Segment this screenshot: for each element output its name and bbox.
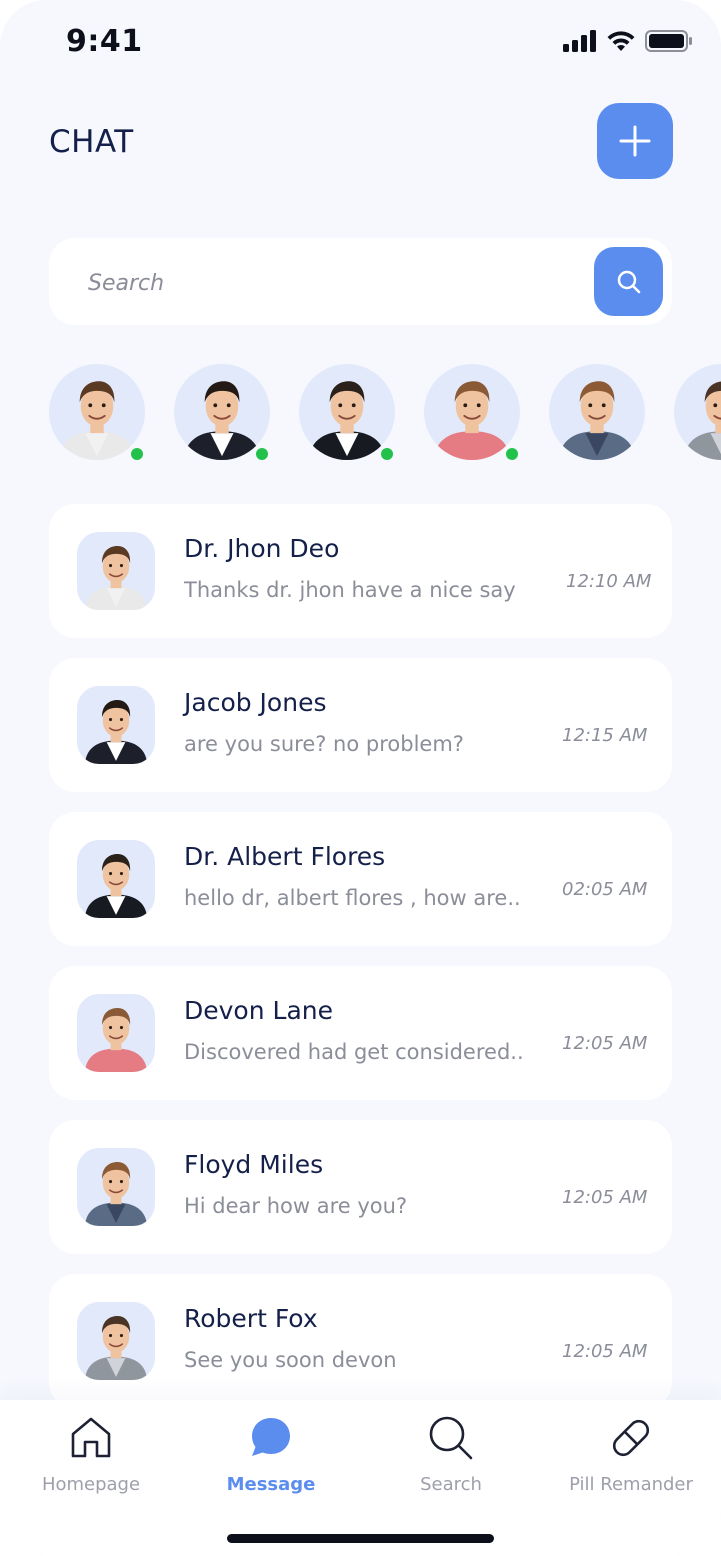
chat-timestamp: 12:05 AM [562, 1187, 648, 1208]
avatar [77, 1148, 155, 1226]
story-avatar[interactable] [49, 364, 145, 462]
story-avatar[interactable] [424, 364, 520, 462]
avatar [77, 840, 155, 918]
search-input[interactable] [86, 262, 570, 304]
chat-last-message: hello dr, albert flores , how are.. [184, 886, 521, 910]
online-status-dot [379, 446, 395, 462]
nav-label-pill-reminder: Pill Remander [569, 1474, 693, 1495]
avatar [77, 532, 155, 610]
story-avatar[interactable] [174, 364, 270, 462]
chat-list-item[interactable]: Floyd Miles Hi dear how are you? 12:05 A… [49, 1120, 672, 1254]
page-title: CHAT [49, 124, 134, 160]
chat-last-message: Thanks dr. jhon have a nice say [184, 578, 516, 602]
status-time: 9:41 [66, 24, 143, 59]
online-contacts-row [49, 364, 721, 464]
chat-list-item[interactable]: Dr. Jhon Deo Thanks dr. jhon have a nice… [49, 504, 672, 638]
chat-timestamp: 12:10 AM [566, 571, 652, 592]
phone-screen: 9:41 CHAT Search Dr. Jhon Deo Thanks dr.… [0, 0, 721, 1556]
chat-bubble-icon [252, 1418, 290, 1456]
search-button[interactable] [594, 247, 663, 316]
chat-contact-name: Floyd Miles [184, 1150, 324, 1179]
avatar [77, 686, 155, 764]
avatar [77, 994, 155, 1072]
new-chat-button[interactable] [597, 103, 673, 179]
plus-icon [619, 125, 651, 157]
chat-list-item[interactable]: Dr. Albert Flores hello dr, albert flore… [49, 812, 672, 946]
bottom-navigation: Homepage Message Search Pill Remander [0, 1400, 721, 1556]
home-indicator [227, 1534, 494, 1543]
avatar [77, 1302, 155, 1380]
avatar [424, 364, 520, 460]
search-icon [429, 1416, 473, 1460]
nav-search[interactable]: Search [371, 1412, 531, 1495]
chat-list-item[interactable]: Devon Lane Discovered had get considered… [49, 966, 672, 1100]
avatar [174, 364, 270, 460]
avatar [549, 364, 645, 460]
avatar [299, 364, 395, 460]
story-avatar[interactable] [674, 364, 721, 460]
story-avatar[interactable] [549, 364, 645, 460]
chat-contact-name: Dr. Jhon Deo [184, 534, 340, 563]
nav-label-message: Message [226, 1474, 316, 1495]
search-icon [617, 270, 640, 293]
chat-timestamp: 12:05 AM [562, 1033, 648, 1054]
chat-last-message: See you soon devon [184, 1348, 397, 1372]
status-icons [563, 30, 693, 52]
nav-label-search: Search [420, 1474, 482, 1495]
nav-pill-reminder[interactable]: Pill Remander [551, 1412, 711, 1495]
chat-timestamp: 12:15 AM [562, 725, 648, 746]
online-status-dot [129, 446, 145, 462]
nav-homepage[interactable]: Homepage [11, 1412, 171, 1495]
chat-last-message: Discovered had get considered.. [184, 1040, 524, 1064]
chat-timestamp: 12:05 AM [562, 1341, 648, 1362]
story-avatar[interactable] [299, 364, 395, 462]
home-icon [71, 1417, 111, 1458]
nav-message[interactable]: Message [191, 1412, 351, 1495]
nav-label-homepage: Homepage [41, 1474, 141, 1495]
avatar [674, 364, 721, 460]
chat-contact-name: Dr. Albert Flores [184, 842, 386, 871]
avatar [49, 364, 145, 460]
chat-contact-name: Devon Lane [184, 996, 333, 1025]
chat-list-item[interactable]: Robert Fox See you soon devon 12:05 AM [49, 1274, 672, 1408]
battery-icon [645, 30, 692, 52]
online-status-dot [254, 446, 270, 462]
chat-list-item[interactable]: Jacob Jones are you sure? no problem? 12… [49, 658, 672, 792]
signal-icon [563, 30, 596, 52]
chat-last-message: Hi dear how are you? [184, 1194, 408, 1218]
chat-last-message: are you sure? no problem? [184, 732, 464, 756]
wifi-icon [607, 31, 635, 51]
search-bar [49, 238, 672, 325]
chat-timestamp: 02:05 AM [562, 879, 648, 900]
chat-contact-name: Jacob Jones [184, 688, 327, 717]
online-status-dot [504, 446, 520, 462]
chat-contact-name: Robert Fox [184, 1304, 318, 1333]
pill-icon [612, 1419, 650, 1457]
